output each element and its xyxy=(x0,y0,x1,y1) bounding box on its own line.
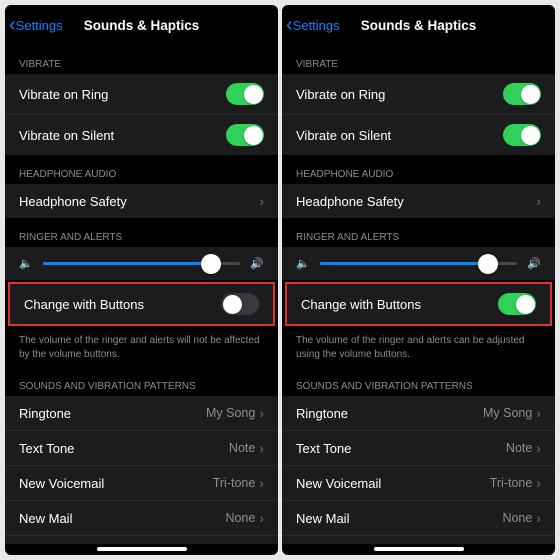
phone-screen-right: ‹ Settings Sounds & Haptics VIBRATE Vibr… xyxy=(282,5,555,555)
section-header-sounds: SOUNDS AND VIBRATION PATTERNS xyxy=(282,367,555,396)
page-title: Sounds & Haptics xyxy=(84,18,200,33)
cell-label: Vibrate on Silent xyxy=(19,128,114,143)
section-header-sounds: SOUNDS AND VIBRATION PATTERNS xyxy=(5,367,278,396)
section-header-ringer: RINGER AND ALERTS xyxy=(5,218,278,247)
cell-label: Headphone Safety xyxy=(296,194,404,209)
nav-bar: ‹ Settings Sounds & Haptics xyxy=(5,5,278,45)
row-change-with-buttons[interactable]: Change with Buttons xyxy=(8,282,275,326)
slider-thumb[interactable] xyxy=(201,254,221,274)
row-volume-slider: 🔈 🔊 xyxy=(282,247,555,280)
phone-screen-left: ‹ Settings Sounds & Haptics VIBRATE Vibr… xyxy=(5,5,278,555)
chevron-right-icon: › xyxy=(259,440,264,456)
back-button[interactable]: Settings xyxy=(16,18,63,33)
cell-label: Vibrate on Silent xyxy=(296,128,391,143)
row-sent-mail[interactable]: Sent Mail Swoosh› xyxy=(5,536,278,544)
cell-label: Vibrate on Ring xyxy=(19,87,108,102)
cell-value: My Song xyxy=(483,406,532,420)
cell-value: Tri-tone xyxy=(213,476,256,490)
cell-label: Vibrate on Ring xyxy=(296,87,385,102)
chevron-right-icon: › xyxy=(536,510,541,526)
volume-slider[interactable] xyxy=(43,262,241,265)
back-button[interactable]: Settings xyxy=(293,18,340,33)
chevron-right-icon: › xyxy=(259,475,264,491)
cell-label: New Mail xyxy=(296,511,349,526)
speaker-low-icon: 🔈 xyxy=(19,257,33,270)
cell-label: New Voicemail xyxy=(19,476,104,491)
row-vibrate-on-ring[interactable]: Vibrate on Ring xyxy=(5,74,278,115)
speaker-high-icon: 🔊 xyxy=(250,257,264,270)
row-text-tone[interactable]: Text Tone Note › xyxy=(5,431,278,466)
section-header-vibrate: VIBRATE xyxy=(5,45,278,74)
toggle-vibrate-ring[interactable] xyxy=(503,83,541,105)
chevron-right-icon: › xyxy=(259,405,264,421)
row-vibrate-on-ring[interactable]: Vibrate on Ring xyxy=(282,74,555,115)
row-new-voicemail[interactable]: New Voicemail Tri-tone› xyxy=(5,466,278,501)
cell-label: Ringtone xyxy=(19,406,71,421)
section-header-vibrate: VIBRATE xyxy=(282,45,555,74)
back-chevron-icon[interactable]: ‹ xyxy=(286,15,293,35)
toggle-vibrate-silent[interactable] xyxy=(226,124,264,146)
settings-list: VIBRATE Vibrate on Ring Vibrate on Silen… xyxy=(282,45,555,544)
toggle-change-with-buttons[interactable] xyxy=(498,293,536,315)
home-indicator[interactable] xyxy=(97,547,187,551)
row-headphone-safety[interactable]: Headphone Safety › xyxy=(5,184,278,218)
settings-list: VIBRATE Vibrate on Ring Vibrate on Silen… xyxy=(5,45,278,544)
row-sent-mail[interactable]: Sent Mail Swoosh› xyxy=(282,536,555,544)
slider-thumb[interactable] xyxy=(478,254,498,274)
cell-value: Note xyxy=(229,441,255,455)
back-chevron-icon[interactable]: ‹ xyxy=(9,15,16,35)
toggle-change-with-buttons[interactable] xyxy=(221,293,259,315)
footer-text: The volume of the ringer and alerts can … xyxy=(282,328,555,367)
cell-value: None xyxy=(225,511,255,525)
toggle-vibrate-silent[interactable] xyxy=(503,124,541,146)
cell-value: Note xyxy=(506,441,532,455)
volume-slider[interactable] xyxy=(320,262,518,265)
cell-label: New Voicemail xyxy=(296,476,381,491)
cell-label: Change with Buttons xyxy=(301,297,421,312)
home-indicator[interactable] xyxy=(374,547,464,551)
chevron-right-icon: › xyxy=(536,193,541,209)
cell-value: My Song xyxy=(206,406,255,420)
cell-label: Text Tone xyxy=(296,441,351,456)
chevron-right-icon: › xyxy=(259,510,264,526)
row-new-voicemail[interactable]: New Voicemail Tri-tone› xyxy=(282,466,555,501)
row-new-mail[interactable]: New Mail None › xyxy=(5,501,278,536)
row-text-tone[interactable]: Text Tone Note › xyxy=(282,431,555,466)
page-title: Sounds & Haptics xyxy=(361,18,477,33)
toggle-vibrate-ring[interactable] xyxy=(226,83,264,105)
nav-bar: ‹ Settings Sounds & Haptics xyxy=(282,5,555,45)
row-vibrate-on-silent[interactable]: Vibrate on Silent xyxy=(282,115,555,155)
section-header-headphone: HEADPHONE AUDIO xyxy=(5,155,278,184)
cell-value: None xyxy=(502,511,532,525)
cell-label: Headphone Safety xyxy=(19,194,127,209)
row-vibrate-on-silent[interactable]: Vibrate on Silent xyxy=(5,115,278,155)
speaker-high-icon: 🔊 xyxy=(527,257,541,270)
section-header-ringer: RINGER AND ALERTS xyxy=(282,218,555,247)
row-new-mail[interactable]: New Mail None › xyxy=(282,501,555,536)
row-ringtone[interactable]: Ringtone My Song › xyxy=(282,396,555,431)
chevron-right-icon: › xyxy=(259,193,264,209)
cell-value: Tri-tone xyxy=(490,476,533,490)
chevron-right-icon: › xyxy=(536,440,541,456)
row-volume-slider: 🔈 🔊 xyxy=(5,247,278,280)
footer-text: The volume of the ringer and alerts will… xyxy=(5,328,278,367)
chevron-right-icon: › xyxy=(536,475,541,491)
cell-label: Text Tone xyxy=(19,441,74,456)
cell-label: Ringtone xyxy=(296,406,348,421)
row-headphone-safety[interactable]: Headphone Safety › xyxy=(282,184,555,218)
cell-label: New Mail xyxy=(19,511,72,526)
cell-label: Change with Buttons xyxy=(24,297,144,312)
section-header-headphone: HEADPHONE AUDIO xyxy=(282,155,555,184)
row-change-with-buttons[interactable]: Change with Buttons xyxy=(285,282,552,326)
row-ringtone[interactable]: Ringtone My Song › xyxy=(5,396,278,431)
chevron-right-icon: › xyxy=(536,405,541,421)
speaker-low-icon: 🔈 xyxy=(296,257,310,270)
